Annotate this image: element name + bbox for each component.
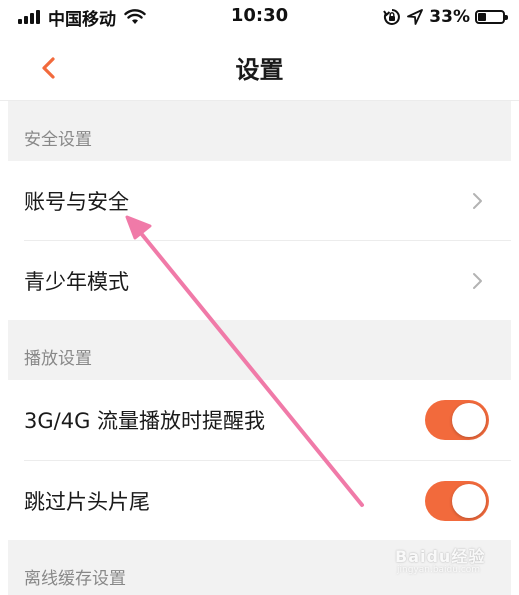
watermark-subtext: jingyan.baidu.com	[397, 565, 481, 575]
nav-bar: 设置	[0, 34, 519, 101]
battery-percent: 33%	[429, 7, 470, 27]
settings-screen: 中国移动 10:30 33% 设置 安全设置 账号与安全 青少年模式 播放设置 …	[0, 0, 519, 595]
settings-item-account-security[interactable]: 账号与安全	[8, 161, 511, 240]
watermark-text: Baidu经验	[395, 547, 486, 566]
baidu-jingyan-watermark: Baidu经验 jingyan.baidu.com	[395, 541, 495, 581]
settings-item-label: 3G/4G 流量播放时提醒我	[24, 408, 266, 433]
settings-item-mobile-data-reminder: 3G/4G 流量播放时提醒我	[8, 380, 511, 459]
rotation-lock-icon	[383, 9, 401, 25]
toggle-knob	[452, 483, 486, 518]
chevron-right-icon	[473, 272, 482, 289]
section-header-playback: 播放设置	[8, 320, 511, 380]
page-title: 设置	[235, 56, 284, 84]
settings-item-label: 跳过片头片尾	[24, 489, 150, 514]
mobile-data-reminder-toggle[interactable]	[425, 399, 489, 440]
settings-item-skip-intro-outro: 跳过片头片尾	[8, 461, 511, 540]
skip-intro-outro-toggle[interactable]	[425, 480, 489, 521]
status-bar: 中国移动 10:30 33%	[0, 0, 519, 34]
settings-item-label: 账号与安全	[24, 189, 129, 214]
chevron-right-icon	[473, 192, 482, 209]
status-right: 33%	[383, 6, 508, 28]
location-arrow-icon	[407, 9, 424, 25]
toggle-knob	[452, 402, 486, 437]
battery-fill	[478, 13, 486, 21]
section-header-security: 安全设置	[8, 101, 511, 161]
settings-item-teen-mode[interactable]: 青少年模式	[8, 241, 511, 320]
battery-icon	[475, 10, 508, 24]
settings-item-label: 青少年模式	[24, 269, 129, 294]
